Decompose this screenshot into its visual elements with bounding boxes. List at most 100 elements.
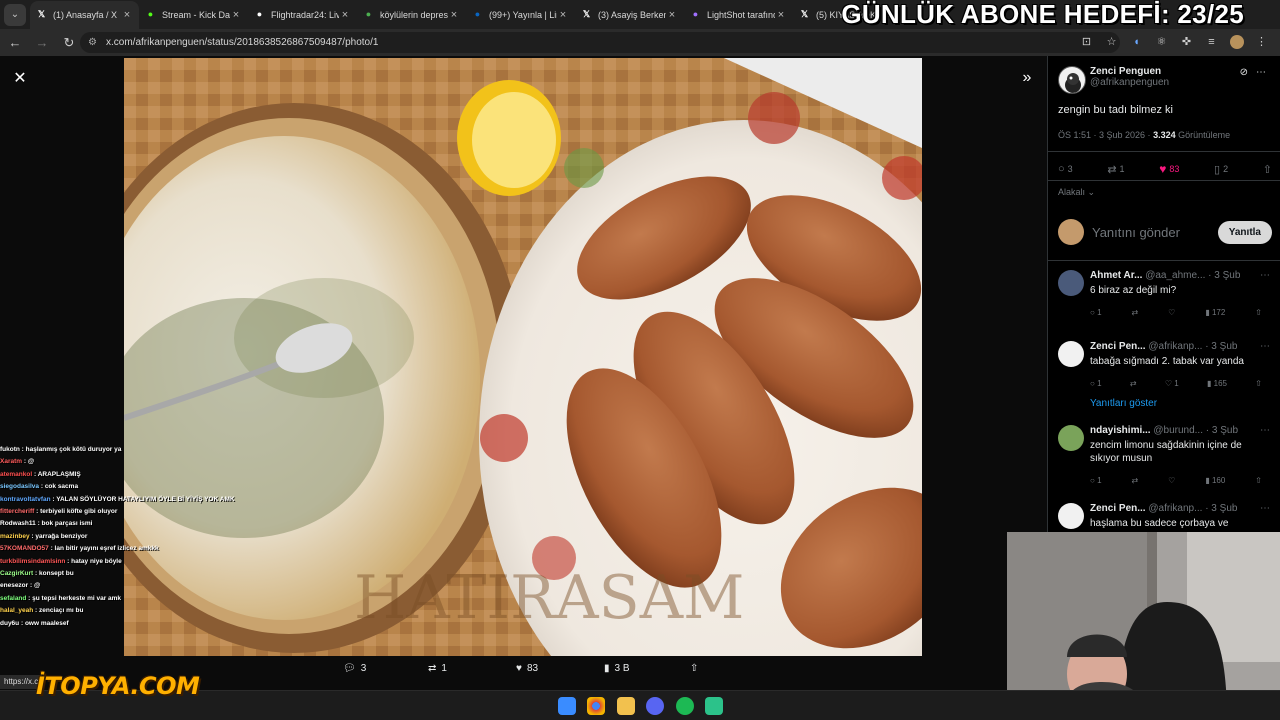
discord-icon[interactable]	[646, 697, 664, 715]
reply-actions: ○ 1 ⇄ ♡ 1 ▮ 165 ⇧	[1090, 379, 1262, 388]
close-tab-icon[interactable]: ×	[666, 9, 678, 21]
author-name[interactable]: Zenci Penguen	[1090, 66, 1169, 77]
more-options-icon[interactable]: ⋯	[1260, 270, 1270, 281]
profile-avatar-icon[interactable]	[1228, 33, 1245, 50]
reply-avatar[interactable]	[1058, 503, 1084, 529]
reply-author-handle[interactable]: @burund...	[1153, 425, 1203, 436]
close-tab-icon[interactable]: ×	[230, 9, 242, 21]
share-icon: ⇧	[1255, 308, 1262, 317]
share-button[interactable]: ⇧	[1255, 379, 1262, 388]
media-controls-icon[interactable]: ≡	[1203, 33, 1220, 50]
post-author[interactable]: Zenci Penguen @afrikanpenguen	[1058, 66, 1169, 94]
views-action[interactable]: ▮ 3 B	[604, 663, 630, 674]
reply-item[interactable]: Ahmet Ar... @aa_ahme... · 3 Şub ⋯ 6 bira…	[1058, 270, 1274, 340]
share-action[interactable]: ⇧	[690, 663, 698, 674]
share-button[interactable]: ⇧	[1255, 308, 1262, 317]
reply-author-name[interactable]: Zenci Pen...	[1090, 503, 1146, 514]
repost-stat[interactable]: ⇄ 1	[1107, 162, 1124, 176]
reply-date: · 3 Şub	[1205, 341, 1238, 352]
share-button[interactable]: ⇧	[1255, 476, 1262, 485]
browser-tab[interactable]: ● Flightradar24: Live ×	[248, 1, 357, 29]
reply-button[interactable]: ○ 1	[1090, 379, 1102, 388]
tab-search-button[interactable]: ⌄	[4, 3, 26, 26]
show-replies-link[interactable]: Yanıtları göster	[1090, 398, 1157, 409]
bookmark-stat[interactable]: ▯ 2	[1214, 162, 1228, 176]
extension-icon[interactable]: ⚛	[1153, 33, 1170, 50]
like-button[interactable]: ♡	[1168, 308, 1175, 317]
back-icon[interactable]: ←	[3, 31, 27, 55]
like-button[interactable]: ♡ 1	[1165, 379, 1179, 388]
browser-tab[interactable]: 𝕏 (3) Asayiş Berkem ×	[575, 1, 684, 29]
reload-icon[interactable]: ↻	[57, 31, 81, 55]
browser-tab[interactable]: ● köylülerin depresyon×	[357, 1, 466, 29]
reply-view-count: 172	[1211, 308, 1226, 317]
reply-author-name[interactable]: Ahmet Ar...	[1090, 270, 1142, 281]
more-options-icon[interactable]: ⋯	[1260, 503, 1270, 514]
start-menu-icon[interactable]	[558, 697, 576, 715]
reply-author-handle[interactable]: @afrikanp...	[1148, 341, 1202, 352]
reply-author-name[interactable]: Zenci Pen...	[1090, 341, 1146, 352]
reply-avatar[interactable]	[1058, 425, 1084, 451]
close-tab-icon[interactable]: ×	[339, 9, 351, 21]
repost-button[interactable]: ⇄	[1130, 379, 1137, 388]
share-stat[interactable]: ⇧	[1263, 162, 1272, 176]
reply-action[interactable]: 💬︎ 3	[343, 663, 366, 674]
views-button[interactable]: ▮ 165	[1207, 379, 1227, 388]
tab-title: (1) Anasayfa / X	[53, 9, 118, 20]
bookmark-icon: ▯	[1214, 163, 1221, 176]
address-bar[interactable]: ⚙ x.com/afrikanpenguen/status/2018638526…	[80, 32, 1120, 53]
reply-input[interactable]: Yanıtını gönder	[1092, 225, 1218, 240]
more-menu-icon[interactable]: ⋮	[1253, 33, 1270, 50]
reply-item[interactable]: Zenci Pen... @afrikanp... · 3 Şub ⋯ haşl…	[1058, 503, 1274, 532]
reply-author-handle[interactable]: @aa_ahme...	[1145, 270, 1205, 281]
reply-avatar[interactable]	[1058, 270, 1084, 296]
author-handle[interactable]: @afrikanpenguen	[1090, 77, 1169, 88]
chat-message: halal_yeah : zenciaçı mı bu	[0, 605, 255, 617]
sort-dropdown[interactable]: Alakalı ⌄	[1058, 187, 1095, 198]
bookmark-star-icon[interactable]: ☆	[1103, 33, 1120, 50]
reply-item[interactable]: ndayishimi... @burund... · 3 Şub ⋯ zenci…	[1058, 425, 1274, 495]
like-stat[interactable]: ♥ 83	[1159, 162, 1179, 176]
reply-stat[interactable]: ○ 3	[1058, 162, 1073, 176]
forward-icon[interactable]: →	[30, 31, 54, 55]
site-info-icon[interactable]: ⚙	[88, 37, 100, 48]
more-options-icon[interactable]: ⋯	[1260, 341, 1270, 352]
like-action[interactable]: ♥ 83	[516, 663, 538, 674]
like-button[interactable]: ♡	[1168, 476, 1175, 485]
reply-avatar[interactable]	[1058, 341, 1084, 367]
browser-tab[interactable]: ● (99+) Yayınla | LinkedIn×	[466, 1, 575, 29]
file-explorer-icon[interactable]	[617, 697, 635, 715]
browser-tab[interactable]: 𝕏 (1) Anasayfa / X ×	[30, 0, 139, 29]
repost-button[interactable]: ⇄	[1132, 308, 1139, 317]
reply-author-handle[interactable]: @afrikanp...	[1148, 503, 1202, 514]
reply-button[interactable]: ○ 1	[1090, 308, 1102, 317]
views-button[interactable]: ▮ 172	[1205, 308, 1225, 317]
spotify-icon[interactable]	[676, 697, 694, 715]
collapse-sidebar-icon[interactable]: »	[1015, 66, 1039, 90]
reply-button[interactable]: ○ 1	[1090, 476, 1102, 485]
views-button[interactable]: ▮ 160	[1205, 476, 1225, 485]
chat-username: Rodwash11	[0, 520, 36, 528]
close-tab-icon[interactable]: ×	[121, 9, 133, 21]
close-tab-icon[interactable]: ×	[557, 9, 569, 21]
repost-button[interactable]: ⇄	[1132, 476, 1139, 485]
heart-icon: ♥	[516, 663, 522, 674]
close-icon[interactable]: ✕	[8, 66, 32, 90]
close-tab-icon[interactable]: ×	[448, 9, 460, 21]
reply-button[interactable]: Yanıtla	[1217, 220, 1272, 244]
browser-tab[interactable]: ● Stream - Kick Dashboard×	[139, 1, 248, 29]
reply-author-name[interactable]: ndayishimi...	[1090, 425, 1151, 436]
grok-icon[interactable]: ⊘	[1240, 67, 1248, 78]
more-options-icon[interactable]: ⋯	[1260, 425, 1270, 436]
install-app-icon[interactable]: ⊡	[1078, 33, 1095, 50]
puzzle-icon[interactable]: ✜	[1178, 33, 1195, 50]
app-icon[interactable]	[705, 697, 723, 715]
bar-chart-icon: ▮	[604, 663, 610, 674]
close-tab-icon[interactable]: ×	[775, 9, 787, 21]
author-avatar[interactable]	[1058, 66, 1086, 94]
chrome-icon[interactable]	[587, 697, 605, 715]
voice-icon[interactable]: ◖	[1128, 33, 1145, 50]
more-options-icon[interactable]: ⋯	[1256, 67, 1266, 78]
browser-tab[interactable]: ● LightShot tarafından×	[684, 1, 793, 29]
repost-action[interactable]: ⇄ 1	[428, 663, 447, 674]
